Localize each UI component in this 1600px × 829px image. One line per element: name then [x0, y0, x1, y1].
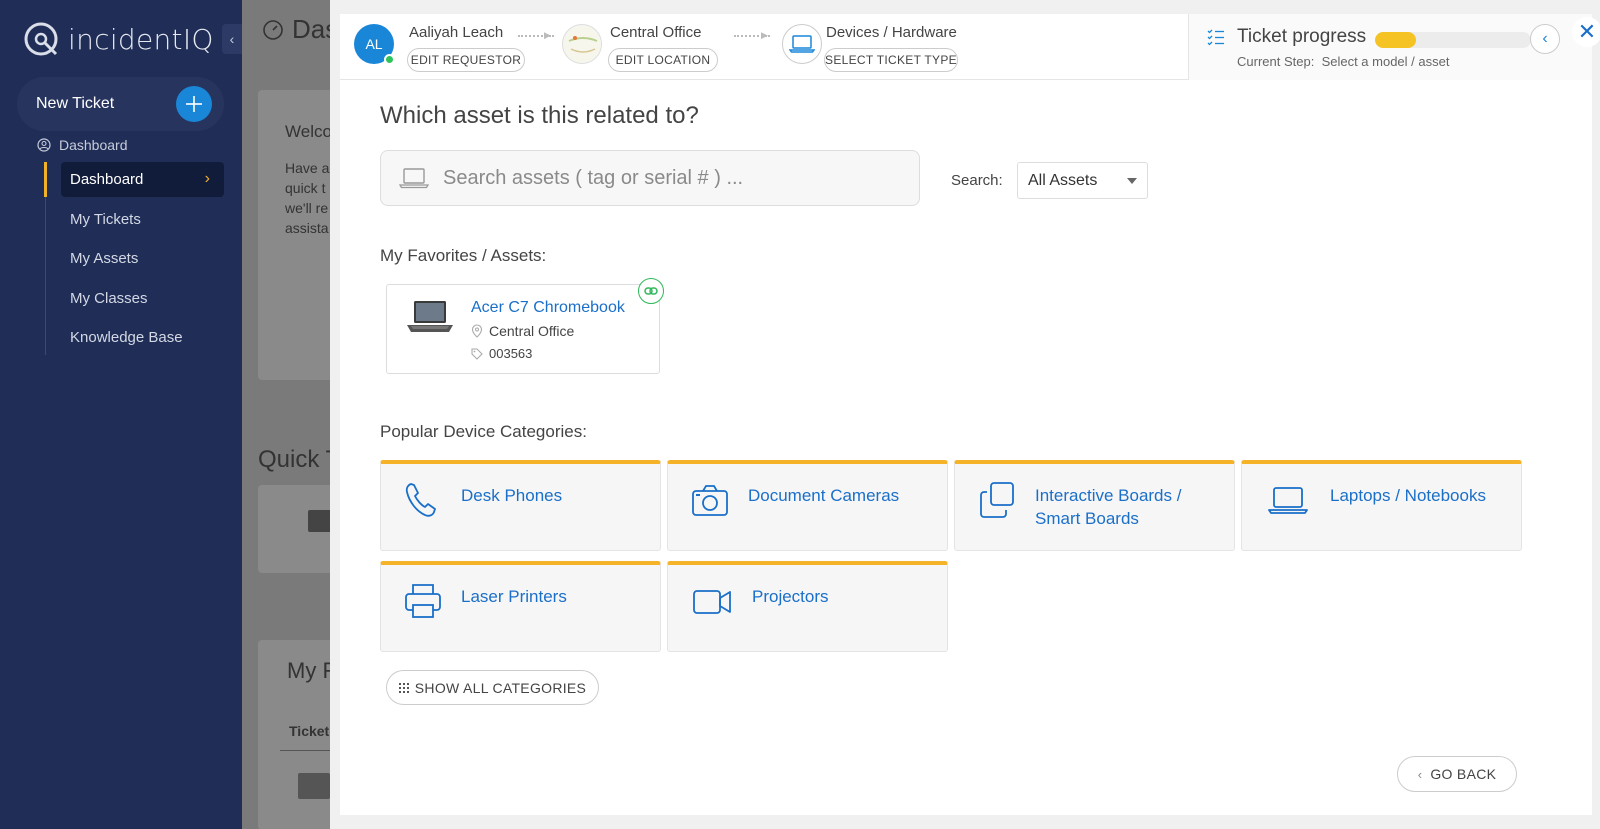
logo[interactable]: incidentIQ [22, 20, 214, 58]
progress-title: Ticket progress [1237, 26, 1367, 47]
search-input[interactable] [443, 166, 883, 190]
ticket-type-avatar[interactable] [782, 24, 822, 64]
dashboard-gauge-icon [263, 19, 283, 40]
background-laptop-thumbnail [308, 510, 332, 532]
background-ticket-header: Ticket [289, 723, 330, 739]
close-icon: ✕ [1577, 19, 1597, 44]
location-logo-icon [564, 26, 601, 63]
progress-current-step: Current Step: Select a model / asset [1237, 54, 1450, 69]
category-label: Interactive Boards / Smart Boards [1035, 486, 1182, 528]
requestor-name: Aaliyah Leach [409, 24, 504, 41]
chromebook-thumbnail [407, 301, 453, 332]
edit-location-button[interactable]: EDIT LOCATION [608, 48, 718, 72]
grid-icon [398, 682, 409, 693]
asset-search-box[interactable] [380, 150, 920, 206]
location-avatar[interactable] [562, 24, 602, 64]
show-all-categories-button[interactable]: SHOW ALL CATEGORIES [386, 670, 599, 705]
sidebar-item-dashboard[interactable]: Dashboard › [61, 162, 224, 197]
background-quick-heading: Quick T [258, 446, 341, 473]
background-divider [280, 750, 330, 751]
popular-categories-heading: Popular Device Categories: [380, 422, 587, 441]
favorite-asset-location: Central Office [471, 323, 574, 339]
sidebar-item-label: Dashboard [70, 171, 144, 188]
chevron-left-icon: ‹ [229, 31, 235, 47]
favorite-asset-tag: 003563 [471, 346, 532, 361]
logo-text: incidentIQ [68, 22, 214, 56]
sidebar-item-label: My Classes [70, 289, 148, 307]
nav-section-dashboard[interactable]: Dashboard [37, 137, 128, 153]
ticket-type-name: Devices / Hardware [826, 24, 957, 41]
link-icon[interactable] [638, 278, 664, 304]
new-ticket-label: New Ticket [36, 95, 115, 112]
category-projectors[interactable]: Projectors [667, 561, 948, 652]
sidebar: incidentIQ ‹ New Ticket Dashboard Dashbo… [0, 0, 242, 829]
plus-icon[interactable] [176, 86, 212, 122]
new-ticket-button[interactable]: New Ticket [17, 77, 224, 131]
category-desk-phones[interactable]: Desk Phones [380, 460, 661, 551]
printer-icon [405, 584, 441, 618]
laptop-icon [789, 35, 815, 53]
background-laptop-thumbnail-2 [298, 773, 330, 799]
favorite-asset-card[interactable]: Acer C7 Chromebook Central Office 003563 [386, 284, 660, 374]
chevron-left-icon: ‹ [1542, 30, 1548, 47]
background-welcome-heading: Welco [285, 122, 332, 141]
caret-down-icon [1127, 178, 1137, 184]
video-camera-icon [693, 590, 731, 614]
chevron-right-icon: › [204, 170, 210, 187]
chevron-left-icon: ‹ [1417, 766, 1423, 782]
logo-icon [24, 22, 58, 56]
edit-requestor-button[interactable]: EDIT REQUESTOR [407, 48, 525, 72]
nav-section-label: Dashboard [59, 137, 128, 153]
sidebar-item-my-tickets[interactable]: My Tickets [61, 202, 224, 237]
tag-icon [471, 347, 483, 360]
category-interactive-boards[interactable]: Interactive Boards / Smart Boards [954, 460, 1235, 551]
location-name: Central Office [610, 24, 702, 41]
camera-icon [692, 485, 728, 516]
background-welcome-text: Have a quick t we'll re assista [285, 160, 330, 236]
favorite-asset-name[interactable]: Acer C7 Chromebook [471, 299, 625, 317]
go-back-button[interactable]: ‹ GO BACK [1397, 756, 1517, 792]
step-arrow-icon: ▶ [544, 30, 551, 40]
active-marker [44, 162, 47, 197]
map-pin-icon [471, 324, 483, 338]
ticket-stepper: AL Aaliyah Leach EDIT REQUESTOR ▶ Centra… [340, 14, 1592, 80]
search-scope-label: Search: [951, 172, 1003, 189]
laptop-icon [1268, 487, 1308, 514]
close-modal-button[interactable]: ✕ [1572, 17, 1600, 47]
collapse-sidebar-button[interactable]: ‹ [222, 24, 242, 54]
category-label: Laser Printers [461, 587, 567, 606]
category-document-cameras[interactable]: Document Cameras [667, 460, 948, 551]
progress-collapse-button[interactable]: ‹ [1530, 24, 1560, 54]
background-page-title: Das [262, 14, 338, 45]
sidebar-item-my-classes[interactable]: My Classes [61, 281, 224, 316]
background-my-heading: My F [287, 658, 336, 683]
page-title: Which asset is this related to? [380, 102, 699, 129]
new-ticket-modal: AL Aaliyah Leach EDIT REQUESTOR ▶ Centra… [330, 0, 1600, 829]
sidebar-item-label: My Assets [70, 250, 139, 267]
phone-icon [405, 483, 436, 517]
sidebar-item-label: Knowledge Base [70, 329, 183, 346]
category-label: Desk Phones [461, 486, 563, 505]
select-ticket-type-button[interactable]: SELECT TICKET TYPE [824, 48, 958, 72]
nav-list: Dashboard › My Tickets My Assets My Clas… [61, 162, 224, 360]
sidebar-item-my-assets[interactable]: My Assets [61, 241, 224, 276]
user-circle-icon [37, 138, 51, 152]
step-arrow-icon: ▶ [761, 30, 768, 40]
laptop-icon [399, 168, 429, 189]
modal-content: AL Aaliyah Leach EDIT REQUESTOR ▶ Centra… [340, 14, 1600, 815]
category-label: Projectors [752, 587, 829, 606]
favorites-heading: My Favorites / Assets: [380, 246, 547, 265]
search-scope-select[interactable]: All Assets [1017, 162, 1148, 199]
sidebar-item-knowledge-base[interactable]: Knowledge Base [61, 320, 224, 355]
category-laser-printers[interactable]: Laser Printers [380, 561, 661, 652]
category-label: Laptops / Notebooks [1330, 486, 1486, 505]
online-status-dot [384, 54, 395, 65]
category-label: Document Cameras [748, 486, 900, 505]
checklist-icon [1207, 29, 1224, 46]
category-laptops-notebooks[interactable]: Laptops / Notebooks [1241, 460, 1522, 551]
progress-bar [1375, 32, 1531, 48]
copy-icon [980, 482, 1014, 518]
sidebar-item-label: My Tickets [70, 210, 141, 228]
progress-fill [1375, 32, 1416, 48]
